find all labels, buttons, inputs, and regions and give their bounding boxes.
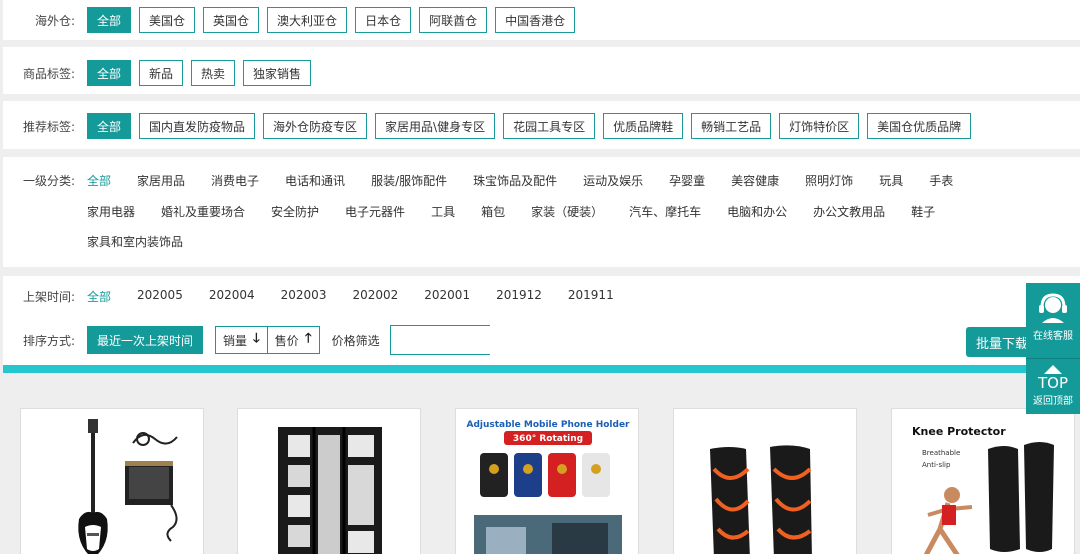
recommend-tag-option[interactable]: 美国仓优质品牌 xyxy=(867,113,972,139)
category-link[interactable]: 照明灯饰 xyxy=(805,172,853,189)
product-tag-filter-panel: 商品标签: 全部 新品 热卖 独家销售 xyxy=(3,47,1080,94)
listing-sort-panel: 上架时间: 全部 202005 202004 202003 202002 202001 20… xyxy=(3,276,1080,365)
knee-protector-sub1: Breathable xyxy=(922,449,960,457)
listing-time-link[interactable]: 202002 xyxy=(352,288,398,305)
category-link[interactable]: 家居用品 xyxy=(137,172,185,189)
recommend-tag-option[interactable]: 优质品牌鞋 xyxy=(603,113,684,139)
recommend-tag-option[interactable]: 家居用品\健身专区 xyxy=(375,113,496,139)
knee-protector-heading: Knee Protector xyxy=(912,425,1006,438)
bass-guitar-image xyxy=(21,409,203,554)
product-card-phone-holder[interactable]: Adjustable Mobile Phone Holder 360° Rota… xyxy=(455,408,639,554)
recommend-tag-option[interactable]: 全部 xyxy=(87,113,132,139)
warehouse-option[interactable]: 中国香港仓 xyxy=(495,7,576,33)
sort-sales-button[interactable]: 销量 🡓 xyxy=(216,327,267,353)
product-card-knee-sleeve[interactable] xyxy=(673,408,857,554)
section-divider-bar xyxy=(3,365,1080,373)
online-service-button[interactable]: 在线客服 xyxy=(1026,283,1080,358)
category-link[interactable]: 孕婴童 xyxy=(669,172,705,189)
category-link[interactable]: 安全防护 xyxy=(271,203,319,220)
warehouse-option[interactable]: 日本仓 xyxy=(355,7,412,33)
product-tag-filter-label: 商品标签: xyxy=(22,66,75,81)
product-card-bass-guitar[interactable] xyxy=(20,408,204,554)
category-link[interactable]: 电话和通讯 xyxy=(285,172,345,189)
recommend-tag-option[interactable]: 海外仓防疫专区 xyxy=(263,113,368,139)
headset-icon xyxy=(1039,293,1067,323)
sort-latest-button[interactable]: 最近一次上架时间 xyxy=(87,326,204,354)
arrow-up-icon: 🡑 xyxy=(304,331,312,346)
sort-price-button[interactable]: 售价 🡑 xyxy=(266,327,319,353)
category-link[interactable]: 电子元器件 xyxy=(345,203,405,220)
category-filter-panel: 一级分类: 全部 家居用品 消费电子 电话和通讯 服装/服饰配件 珠宝饰品及配件 运动及娱乐… xyxy=(3,157,1080,267)
recommend-tag-filter-panel: 推荐标签: 全部 国内直发防疫物品 海外仓防疫专区 家居用品\健身专区 花园工具专区 优质… xyxy=(3,101,1080,149)
wardrobe-image xyxy=(238,409,420,554)
listing-time-link[interactable]: 201912 xyxy=(496,288,542,305)
product-card-wardrobe[interactable] xyxy=(237,408,421,554)
knee-protector-sub2: Anti-slip xyxy=(922,461,951,469)
product-tag-option[interactable]: 全部 xyxy=(87,60,132,86)
arrow-down-icon: 🡓 xyxy=(253,331,260,346)
category-link[interactable]: 全部 xyxy=(87,172,111,189)
product-tag-option[interactable]: 独家销售 xyxy=(243,60,312,86)
product-tag-option[interactable]: 热卖 xyxy=(191,60,236,86)
category-link[interactable]: 家具和室内装饰品 xyxy=(87,233,183,250)
category-link[interactable]: 工具 xyxy=(431,203,455,220)
warehouse-filter-panel: 海外仓: 全部 美国仓 英国仓 澳大利亚仓 日本仓 阿联酋仓 中国香港仓 xyxy=(3,0,1080,40)
category-link[interactable]: 箱包 xyxy=(481,203,505,220)
recommend-tag-option[interactable]: 灯饰特价区 xyxy=(779,113,860,139)
top-label: TOP xyxy=(1037,374,1068,392)
sort-price-label: 售价 xyxy=(274,333,299,348)
listing-time-link[interactable]: 全部 xyxy=(87,288,111,305)
price-range-input xyxy=(389,325,745,355)
category-link[interactable]: 家装（硬装） xyxy=(531,203,603,220)
caret-up-icon xyxy=(1044,365,1062,374)
category-link[interactable]: 办公文教用品 xyxy=(813,203,885,220)
sort-sales-label: 销量 xyxy=(223,333,248,348)
warehouse-option[interactable]: 全部 xyxy=(87,7,132,33)
phone-holder-image: Adjustable Mobile Phone Holder 360° Rota… xyxy=(456,409,638,554)
phone-holder-heading: Adjustable Mobile Phone Holder xyxy=(466,420,630,430)
listing-time-link[interactable]: 202005 xyxy=(137,288,183,305)
side-widget: 在线客服 TOP 返回顶部 xyxy=(1026,283,1080,414)
category-link[interactable]: 运动及娱乐 xyxy=(583,172,643,189)
category-link[interactable]: 家用电器 xyxy=(87,203,135,220)
product-tag-option[interactable]: 新品 xyxy=(139,60,184,86)
listing-time-link[interactable]: 201911 xyxy=(568,288,614,305)
category-link[interactable]: 珠宝饰品及配件 xyxy=(473,172,557,189)
sort-group: 销量 🡓 售价 🡑 xyxy=(215,326,320,354)
price-max-input[interactable] xyxy=(567,326,745,354)
listing-time-filter-label: 上架时间: xyxy=(22,289,75,304)
listing-time-link[interactable]: 202001 xyxy=(424,288,470,305)
online-service-label: 在线客服 xyxy=(1033,331,1073,342)
category-link[interactable]: 消费电子 xyxy=(211,172,259,189)
recommend-tag-option[interactable]: 畅销工艺品 xyxy=(691,113,772,139)
product-card-knee-protector[interactable]: Knee Protector Breathable Anti-slip xyxy=(891,408,1075,554)
price-filter-label: 价格筛选 xyxy=(331,333,380,348)
category-link[interactable]: 玩具 xyxy=(879,172,903,189)
category-link[interactable]: 服装/服饰配件 xyxy=(371,172,447,189)
price-min-input[interactable] xyxy=(390,326,568,354)
category-link[interactable]: 美容健康 xyxy=(731,172,779,189)
warehouse-option[interactable]: 澳大利亚仓 xyxy=(267,7,348,33)
knee-sleeve-image xyxy=(674,409,856,554)
recommend-tag-option[interactable]: 国内直发防疫物品 xyxy=(139,113,256,139)
category-filter-label: 一级分类: xyxy=(22,173,75,188)
recommend-tag-option[interactable]: 花园工具专区 xyxy=(503,113,596,139)
phone-holder-badge: 360° Rotating xyxy=(513,434,583,444)
knee-protector-image: Knee Protector Breathable Anti-slip xyxy=(892,409,1074,554)
sort-label: 排序方式: xyxy=(22,333,75,348)
recommend-tag-filter-label: 推荐标签: xyxy=(22,119,75,134)
category-link[interactable]: 手表 xyxy=(929,172,953,189)
warehouse-option[interactable]: 英国仓 xyxy=(203,7,260,33)
warehouse-option[interactable]: 阿联酋仓 xyxy=(419,7,488,33)
warehouse-option[interactable]: 美国仓 xyxy=(139,7,196,33)
warehouse-filter-label: 海外仓: xyxy=(34,13,75,28)
listing-time-link[interactable]: 202004 xyxy=(209,288,255,305)
category-link[interactable]: 电脑和办公 xyxy=(727,203,787,220)
back-to-top-button[interactable]: TOP 返回顶部 xyxy=(1026,358,1080,414)
top-sub-label: 返回顶部 xyxy=(1033,396,1073,407)
listing-time-link[interactable]: 202003 xyxy=(281,288,327,305)
category-link[interactable]: 婚礼及重要场合 xyxy=(161,203,245,220)
category-link[interactable]: 汽车、摩托车 xyxy=(629,203,701,220)
category-link[interactable]: 鞋子 xyxy=(911,203,935,220)
